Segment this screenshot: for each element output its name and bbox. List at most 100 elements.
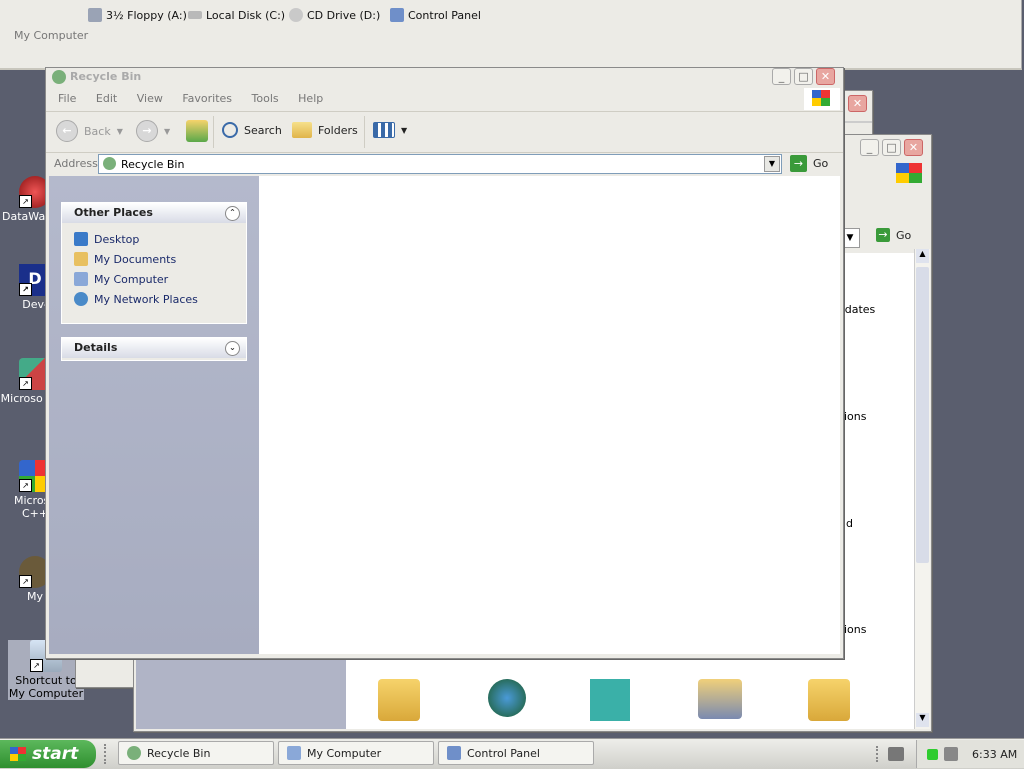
task-label: Control Panel [467,746,540,760]
go-label: Go [896,228,912,242]
menu-file[interactable]: File [58,92,76,105]
components-icon[interactable] [590,679,630,721]
scroll-down-button[interactable]: ▼ [916,713,929,727]
forward-dropdown-icon[interactable]: ▼ [164,127,170,136]
back-button[interactable]: ← Back ▼ [56,120,123,142]
windows-logo-area [804,88,840,110]
place-label: My Computer [94,272,169,286]
back-dropdown-icon[interactable]: ▼ [117,127,123,136]
my-computer-toolbar-strip: 3½ Floppy (A:) Local Disk (C:) CD Drive … [0,0,1022,70]
cd-drive-icon [289,8,303,22]
recycle-bin-small-icon [103,157,116,170]
control-panel-label: Control Panel [408,8,481,22]
folders-label: Folders [318,123,358,137]
scanners-cameras-icon[interactable] [698,679,742,719]
go-arrow-icon: → [790,155,807,172]
network-globe-icon[interactable] [488,679,526,717]
back-window-go-button[interactable]: → Go [876,228,911,242]
floppy-drive-link[interactable]: 3½ Floppy (A:) [88,6,187,24]
start-label: start [32,744,79,764]
my-computer-icon [287,746,301,760]
network-tray-icon[interactable] [944,747,958,761]
place-label: Desktop [94,232,140,246]
divider [46,111,843,112]
my-documents-icon [74,252,88,266]
views-button[interactable]: ▼ [373,122,407,138]
partial-label-2: ions [844,410,867,423]
control-panel-icon [447,746,461,760]
details-panel: Details ⌄ [61,337,247,361]
recycle-bin-window[interactable]: Recycle Bin _ □ ✕ File Edit View Favorit… [45,67,844,659]
cd-drive-link[interactable]: CD Drive (D:) [289,6,380,24]
vertical-scrollbar[interactable]: ▲ ▼ [914,249,930,729]
folders-button[interactable]: Folders [292,122,358,138]
local-disk-link[interactable]: Local Disk (C:) [188,6,285,24]
control-panel-link[interactable]: Control Panel [390,6,481,24]
desktop-icon-label: Shortcut to My Computer [8,674,84,700]
search-button[interactable]: Search [222,122,282,138]
hard-disk-icon [188,11,202,19]
toolbar-grip[interactable] [876,746,882,762]
scheduled-tasks-icon[interactable] [808,679,850,721]
toolbar-separator [213,116,214,148]
place-my-network-link[interactable]: My Network Places [62,289,246,309]
place-my-documents-link[interactable]: My Documents [62,249,246,269]
start-button[interactable]: start [0,740,96,768]
folders-icon [292,122,312,138]
keyboard-icon[interactable] [888,747,904,761]
recycle-bin-icon [52,70,66,84]
task-my-computer[interactable]: My Computer [278,741,434,765]
address-value: Recycle Bin [121,158,185,171]
task-pane-strip [136,657,346,729]
window-title: Recycle Bin [70,70,142,83]
minimize-button[interactable]: _ [772,68,791,85]
task-pane: Other Places ⌃ Desktop My Documents My C… [49,176,259,654]
place-label: My Network Places [94,292,198,306]
task-recycle-bin[interactable]: Recycle Bin [118,741,274,765]
other-places-title: Other Places [74,206,153,219]
recycle-bin-icon [127,746,141,760]
taskbar-grip[interactable] [104,744,112,764]
windows-flag-icon [10,747,26,761]
up-folder-icon[interactable] [186,120,208,142]
scroll-thumb[interactable] [916,267,929,563]
forward-arrow-icon: → [136,120,158,142]
place-desktop-link[interactable]: Desktop [62,229,246,249]
task-control-panel[interactable]: Control Panel [438,741,594,765]
menu-view[interactable]: View [137,92,163,105]
strip-title: My Computer [14,29,89,42]
views-dropdown-icon: ▼ [401,125,408,135]
clock[interactable]: 6:33 AM [972,748,1017,761]
close-icon[interactable]: ✕ [848,95,867,112]
place-my-computer-link[interactable]: My Computer [62,269,246,289]
title-bar[interactable]: Recycle Bin _ □ ✕ [46,68,843,86]
expand-chevron-icon[interactable]: ⌄ [225,341,240,356]
maximize-button[interactable]: □ [794,68,813,85]
file-list-area[interactable] [259,176,840,654]
other-places-header[interactable]: Other Places ⌃ [62,203,246,223]
menu-tools[interactable]: Tools [252,92,279,105]
go-button[interactable]: → Go [790,155,828,172]
collapse-chevron-icon[interactable]: ⌃ [225,206,240,221]
go-label: Go [813,157,829,170]
forward-button[interactable]: → ▼ [136,120,170,142]
details-title: Details [74,341,118,354]
menu-edit[interactable]: Edit [96,92,117,105]
scroll-up-button[interactable]: ▲ [916,249,929,263]
address-dropdown-button[interactable]: ▼ [764,156,780,172]
address-field[interactable]: Recycle Bin ▼ [98,154,782,174]
menu-help[interactable]: Help [298,92,323,105]
windows-flag-icon [896,163,922,183]
desktop-icon [74,232,88,246]
toolbar-separator [364,116,365,148]
close-button[interactable]: ✕ [904,139,923,156]
details-header[interactable]: Details ⌄ [62,338,246,358]
menu-favorites[interactable]: Favorites [182,92,232,105]
minimize-button[interactable]: _ [860,139,879,156]
control-panel-icon [390,8,404,22]
status-green-icon[interactable] [927,748,938,760]
printers-folder-icon[interactable] [378,679,420,721]
close-button[interactable]: ✕ [816,68,835,85]
maximize-button[interactable]: □ [882,139,901,156]
back-label: Back [84,124,111,138]
